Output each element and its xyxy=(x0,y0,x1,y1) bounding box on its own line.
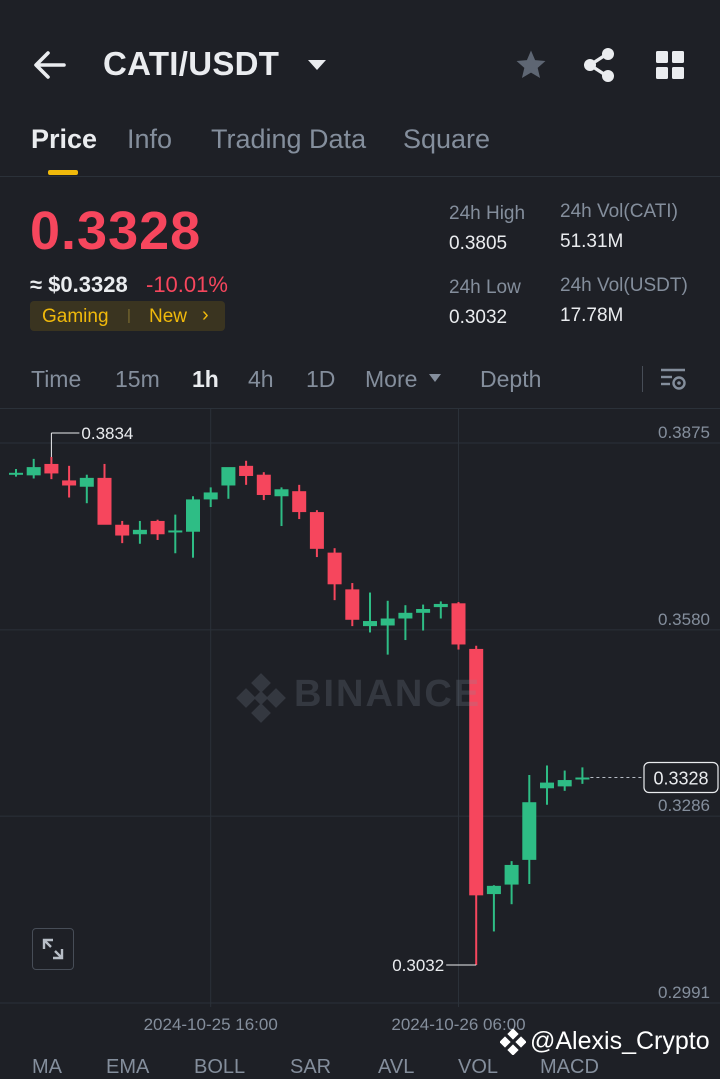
indicator-vol[interactable]: VOL xyxy=(458,1056,498,1079)
candle-body xyxy=(26,467,41,476)
vol-quote-label: 24h Vol(USDT) xyxy=(560,275,688,296)
candle-body xyxy=(9,472,23,475)
expand-icon xyxy=(42,938,64,960)
candle-body xyxy=(132,529,147,535)
x-tick-label: 2024-10-25 16:00 xyxy=(144,1015,278,1034)
tab-bar: Price Info Trading Data Square xyxy=(0,118,720,176)
candle-body xyxy=(256,474,271,495)
tab-square[interactable]: Square xyxy=(403,124,490,155)
candle-body xyxy=(274,489,289,497)
candle-body xyxy=(62,480,77,486)
tag-new[interactable]: New xyxy=(149,306,187,328)
vol-quote-value: 17.78M xyxy=(560,305,624,326)
price-usd: ≈ $0.3328 xyxy=(30,272,128,297)
candle-body xyxy=(345,589,360,620)
candle-body xyxy=(115,524,130,536)
indicator-ema[interactable]: EMA xyxy=(106,1056,149,1079)
candle-body xyxy=(44,463,59,474)
tag-badge[interactable]: Gaming | New › xyxy=(30,301,225,331)
price-change-percent: -10.01% xyxy=(146,272,228,297)
binance-logo-icon xyxy=(236,673,286,723)
tag-separator: | xyxy=(127,307,131,324)
candle-body xyxy=(97,477,112,525)
current-price-label: 0.3328 xyxy=(653,769,708,789)
y-tick-label: 0.2991 xyxy=(658,983,710,1002)
pair-title[interactable]: CATI/USDT xyxy=(103,45,279,83)
timeframe-more-label: More xyxy=(365,366,418,392)
caret-down-icon xyxy=(428,374,441,382)
candle-body xyxy=(398,612,413,619)
high-label: 24h High xyxy=(449,203,526,224)
tab-trading-data[interactable]: Trading Data xyxy=(211,124,366,155)
timeframe-15m[interactable]: 15m xyxy=(115,366,160,393)
last-price: 0.3328 xyxy=(30,201,202,261)
timeframe-more[interactable]: More xyxy=(365,366,442,393)
divider xyxy=(0,176,720,177)
candle-body xyxy=(540,782,554,789)
candle-body xyxy=(203,492,218,500)
timeframe-time[interactable]: Time xyxy=(31,366,81,393)
high-value: 0.3805 xyxy=(449,233,508,254)
candle-body xyxy=(221,467,236,486)
indicator-sar[interactable]: SAR xyxy=(290,1056,331,1079)
chevron-down-icon[interactable] xyxy=(306,57,328,73)
candle-body xyxy=(575,777,590,780)
grid-icon[interactable] xyxy=(655,51,685,79)
candle-body xyxy=(486,885,501,895)
timeframe-4h[interactable]: 4h xyxy=(248,366,274,393)
timeframe-depth[interactable]: Depth xyxy=(480,366,541,393)
candle-body xyxy=(363,621,377,627)
back-icon[interactable] xyxy=(32,48,68,82)
timeframe-1d[interactable]: 1D xyxy=(306,366,335,393)
tag-category[interactable]: Gaming xyxy=(42,306,109,328)
y-tick-label: 0.3580 xyxy=(658,610,710,629)
candle-body xyxy=(239,465,254,476)
y-tick-label: 0.3875 xyxy=(658,423,710,442)
candle-body xyxy=(504,864,519,885)
vol-base-label: 24h Vol(CATI) xyxy=(560,201,678,222)
chart-canvas[interactable]: 0.3875 0.3580 0.3286 0.2991 2024-10-25 16:00… xyxy=(0,409,720,1065)
high-marker-label: 0.3834 xyxy=(81,424,133,443)
candle-body xyxy=(309,512,324,549)
active-tab-indicator xyxy=(48,170,78,175)
indicator-avl[interactable]: AVL xyxy=(378,1056,414,1079)
tab-info[interactable]: Info xyxy=(127,124,172,155)
candle-body xyxy=(522,802,537,860)
candle-body xyxy=(433,603,448,608)
candlestick-chart[interactable]: 0.3875 0.3580 0.3286 0.2991 2024-10-25 16:00… xyxy=(0,409,720,1078)
watermark-credit: @Alexis_Crypto xyxy=(530,1027,710,1055)
chevron-right-icon: › xyxy=(202,304,209,326)
fullscreen-button[interactable] xyxy=(32,928,74,970)
toolbar-separator xyxy=(642,366,643,392)
share-icon[interactable] xyxy=(582,47,616,83)
candle-body xyxy=(292,491,307,513)
top-bar: CATI/USDT xyxy=(0,0,720,110)
candle-body xyxy=(150,520,165,535)
candle-body xyxy=(380,618,395,626)
candle-body xyxy=(557,780,572,787)
timeframe-1h[interactable]: 1h xyxy=(192,366,219,393)
watermark-text: BINANCE xyxy=(294,673,482,715)
star-icon[interactable] xyxy=(514,48,548,82)
tab-price[interactable]: Price xyxy=(31,124,97,155)
candle-body xyxy=(79,477,94,487)
candle-body xyxy=(451,603,466,645)
y-tick-label: 0.3286 xyxy=(658,796,710,815)
candle-body xyxy=(327,552,342,585)
binance-diamond-icon xyxy=(500,1029,526,1055)
indicator-ma[interactable]: MA xyxy=(32,1056,62,1079)
low-marker-label: 0.3032 xyxy=(392,956,444,975)
chart-settings-icon[interactable] xyxy=(660,367,686,391)
candle-body xyxy=(186,499,200,532)
indicator-boll[interactable]: BOLL xyxy=(194,1056,245,1079)
low-value: 0.3032 xyxy=(449,307,508,328)
low-label: 24h Low xyxy=(449,277,521,298)
binance-watermark: BINANCE xyxy=(236,671,486,725)
candle-body xyxy=(168,530,183,533)
indicator-macd[interactable]: MACD xyxy=(540,1056,599,1079)
vol-base-value: 51.31M xyxy=(560,231,624,252)
candle-body xyxy=(416,609,431,613)
